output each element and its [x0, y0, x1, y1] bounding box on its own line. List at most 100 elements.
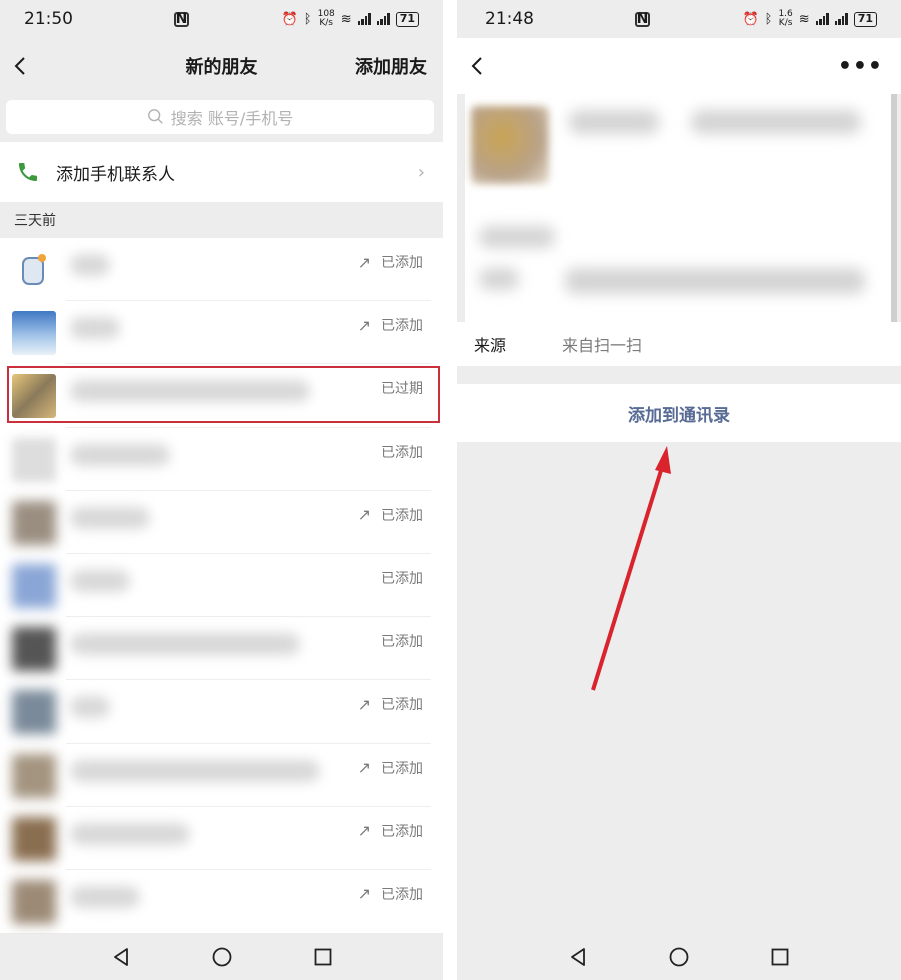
list-item[interactable]: 已添加 — [0, 428, 443, 491]
status-label: 已添加 — [381, 697, 423, 714]
back-triangle-icon[interactable] — [110, 946, 132, 968]
new-friends-screen: 21:50 N ⏰ ᛒ 108 K/s ≋ 71 新的朋友 添加朋友 搜索 账号/… — [0, 0, 443, 980]
list-item[interactable]: ↗ 已添加 — [0, 301, 443, 365]
arrow-up-right-icon: ↗ — [357, 821, 371, 841]
alarm-icon: ⏰ — [281, 11, 298, 27]
annotation-arrow — [591, 446, 671, 691]
request-status: 已过期 — [381, 378, 423, 398]
blurred-info — [479, 268, 519, 290]
request-status: ↗ 已添加 — [358, 315, 423, 335]
request-status: ↗ 已添加 — [358, 758, 423, 778]
more-menu-button[interactable]: ••• — [838, 54, 883, 79]
add-friend-button[interactable]: 添加朋友 — [355, 53, 427, 79]
avatar — [12, 500, 56, 545]
recents-square-icon[interactable] — [769, 946, 791, 968]
scrollbar[interactable] — [891, 94, 897, 322]
request-status: 已添加 — [381, 631, 423, 651]
avatar — [12, 374, 56, 419]
list-item[interactable]: ↗ 已添加 — [0, 807, 443, 870]
speed-unit: K/s — [319, 18, 333, 28]
add-phone-contacts-label: 添加手机联系人 — [56, 164, 175, 185]
alarm-icon: ⏰ — [742, 11, 759, 27]
system-nav-bar — [457, 934, 901, 980]
add-phone-contacts-row[interactable]: 添加手机联系人 › — [0, 142, 443, 202]
request-status: ↗ 已添加 — [358, 884, 423, 904]
signal-icon — [834, 13, 848, 25]
wifi-icon: ≋ — [340, 11, 352, 27]
recents-square-icon[interactable] — [312, 946, 334, 968]
request-status: 已添加 — [381, 442, 423, 462]
home-circle-icon[interactable] — [668, 946, 690, 968]
status-label: 已添加 — [381, 570, 423, 587]
list-item[interactable]: ↗ 已添加 — [0, 744, 443, 807]
status-label: 已添加 — [381, 634, 423, 651]
request-status: ↗ 已添加 — [358, 252, 423, 272]
status-label: 已添加 — [381, 444, 423, 461]
blurred-name — [70, 443, 170, 466]
chevron-left-icon — [471, 57, 482, 75]
network-speed: 108 K/s — [318, 10, 335, 28]
avatar — [12, 690, 56, 735]
profile-card — [465, 94, 897, 322]
source-value: 来自扫一扫 — [562, 336, 643, 355]
avatar — [12, 879, 56, 924]
list-item[interactable]: 已过期 — [0, 364, 443, 428]
arrow-up-right-icon: ↗ — [357, 694, 371, 714]
arrow-up-right-icon: ↗ — [357, 252, 371, 272]
blurred-name — [70, 506, 150, 529]
arrow-up-right-icon: ↗ — [357, 315, 371, 335]
blurred-name — [70, 254, 110, 276]
network-speed: 1.6 K/s — [778, 10, 792, 28]
avatar — [12, 753, 56, 798]
back-button[interactable] — [0, 38, 40, 94]
blurred-info — [479, 226, 555, 248]
nfc-icon: N — [174, 11, 189, 27]
arrow-up-right-icon: ↗ — [357, 758, 371, 777]
search-icon — [147, 109, 163, 124]
avatar — [12, 816, 56, 861]
avatar-icon — [22, 254, 46, 285]
blurred-name — [70, 696, 110, 719]
status-label: 已过期 — [381, 381, 423, 398]
source-label: 来源 — [474, 336, 507, 355]
section-header: 三天前 — [14, 213, 56, 229]
list-item[interactable]: ↗ 已添加 — [0, 680, 443, 744]
add-to-contacts-button[interactable]: 添加到通讯录 — [457, 384, 901, 442]
search-placeholder: 搜索 账号/手机号 — [170, 109, 294, 128]
blurred-name — [691, 110, 861, 134]
back-button[interactable] — [457, 38, 497, 94]
avatar — [12, 248, 56, 292]
blurred-name — [70, 317, 120, 340]
chevron-left-icon — [14, 57, 25, 75]
list-item[interactable]: ↗ 已添加 — [0, 870, 443, 933]
back-triangle-icon[interactable] — [567, 946, 589, 968]
source-row: 来源 来自扫一扫 — [457, 322, 901, 366]
status-bar: 21:48 N ⏰ ᛒ 1.6 K/s ≋ 71 — [457, 0, 901, 38]
battery-icon: 71 — [853, 11, 877, 27]
blurred-name — [70, 822, 190, 845]
nav-bar: 新的朋友 添加朋友 — [0, 38, 443, 94]
status-label: 已添加 — [381, 760, 423, 777]
request-status: 已添加 — [381, 568, 423, 588]
status-time: 21:48 — [485, 9, 534, 29]
status-icons: ⏰ ᛒ 108 K/s ≋ 71 — [282, 10, 419, 28]
status-icons: ⏰ ᛒ 1.6 K/s ≋ 71 — [742, 10, 877, 28]
list-item[interactable]: ↗ 已添加 — [0, 238, 443, 302]
wifi-icon: ≋ — [798, 11, 810, 27]
avatar — [12, 311, 56, 356]
list-item[interactable]: 已添加 — [0, 554, 443, 618]
phone-icon — [19, 163, 37, 181]
nav-bar: ••• — [457, 38, 901, 94]
signal-icon — [357, 13, 371, 25]
blurred-name — [70, 569, 130, 592]
list-item[interactable]: 已添加 — [0, 617, 443, 681]
speed-unit: K/s — [778, 18, 793, 28]
status-label: 已添加 — [381, 823, 423, 840]
home-circle-icon[interactable] — [211, 946, 233, 968]
blurred-name — [70, 633, 300, 656]
list-item[interactable]: ↗ 已添加 — [0, 491, 443, 554]
search-input[interactable]: 搜索 账号/手机号 — [6, 100, 434, 134]
signal-icon — [376, 13, 390, 25]
bluetooth-icon: ᛒ — [303, 11, 312, 27]
request-status: ↗ 已添加 — [358, 821, 423, 841]
